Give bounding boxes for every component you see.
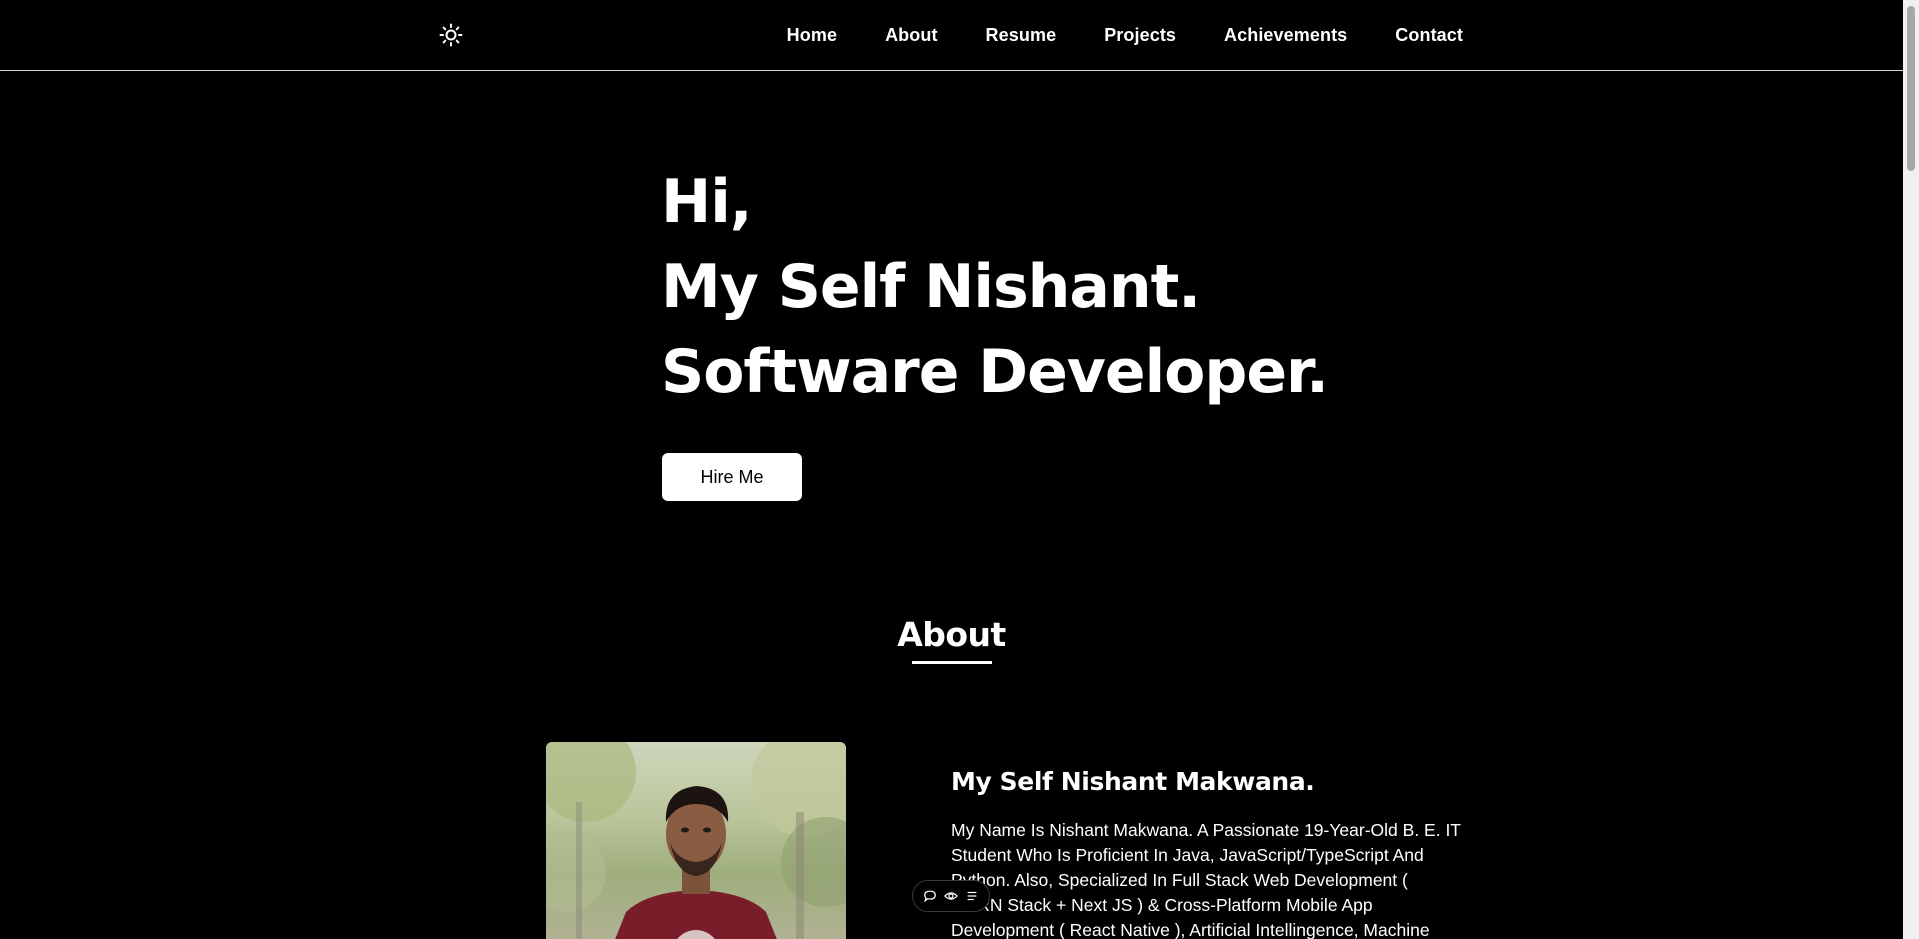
- nav-home[interactable]: Home: [787, 25, 837, 46]
- hero-role: Software Developer.: [661, 337, 1329, 407]
- page: Home About Resume Projects Achievements …: [0, 0, 1919, 939]
- profile-photo: [546, 742, 846, 939]
- floating-toolbar: [912, 880, 990, 912]
- hero-name: My Self Nishant.: [661, 252, 1201, 322]
- nav-about[interactable]: About: [885, 25, 937, 46]
- page-scrollbar[interactable]: [1903, 0, 1919, 939]
- nav-contact[interactable]: Contact: [1395, 25, 1463, 46]
- comment-icon[interactable]: [922, 888, 938, 904]
- scrollbar-thumb[interactable]: [1907, 6, 1915, 171]
- eye-icon[interactable]: [943, 888, 959, 904]
- about-description: My Name Is Nishant Makwana. A Passionate…: [951, 820, 1461, 939]
- sun-icon[interactable]: [436, 20, 466, 50]
- hero-greeting: Hi,: [661, 167, 753, 237]
- hire-me-button[interactable]: Hire Me: [662, 453, 802, 501]
- menu-icon[interactable]: [964, 888, 980, 904]
- hero: Hi, My Self Nishant. Software Developer.: [661, 160, 1329, 415]
- nav-achievements[interactable]: Achievements: [1224, 25, 1347, 46]
- section-underline: [912, 661, 992, 664]
- nav-links: Home About Resume Projects Achievements …: [787, 0, 1463, 70]
- about-section-title: About: [897, 615, 1006, 654]
- navbar: Home About Resume Projects Achievements …: [0, 0, 1903, 71]
- nav-resume[interactable]: Resume: [986, 25, 1057, 46]
- nav-projects[interactable]: Projects: [1104, 25, 1176, 46]
- about-name-heading: My Self Nishant Makwana.: [951, 767, 1315, 796]
